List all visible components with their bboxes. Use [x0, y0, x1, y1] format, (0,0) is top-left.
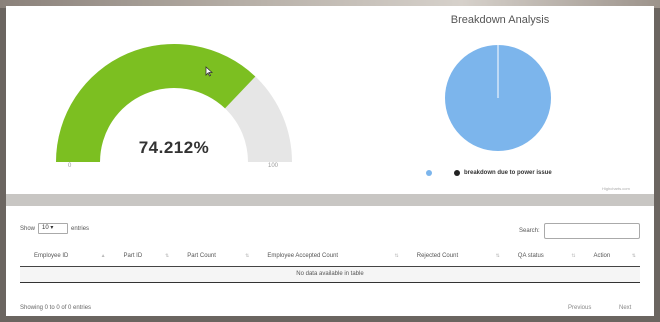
empty-table-message: No data available in table [20, 266, 640, 283]
column-header-action[interactable]: Action ⇅ [579, 248, 640, 267]
table-search: Search: [519, 223, 640, 239]
table-row-empty: No data available in table [20, 266, 640, 283]
column-header-qa-status[interactable]: QA status ⇅ [503, 248, 580, 267]
legend-marker-icon [426, 170, 432, 176]
legend-item-label[interactable]: breakdown due to power issue [464, 170, 552, 176]
mouse-pointer-icon [205, 66, 213, 77]
pie-chart [445, 45, 551, 151]
next-page-button[interactable]: Next [619, 305, 631, 311]
panel-divider [6, 194, 654, 206]
chart-credits[interactable]: Highcharts.com [602, 186, 630, 191]
column-header-part-count[interactable]: Part Count ⇅ [173, 248, 254, 267]
sort-icon: ⇅ [394, 253, 399, 259]
length-suffix-label: entries [71, 225, 90, 232]
search-label: Search: [519, 228, 540, 234]
pie-chart-title: Breakdown Analysis [450, 14, 550, 26]
page-length-value: 10 [42, 225, 49, 231]
search-input[interactable] [543, 223, 640, 239]
table-info: Showing 0 to 0 of 0 entries [20, 305, 92, 311]
sort-icon: ⇅ [164, 253, 170, 259]
pie-legend[interactable]: breakdown due to power issue [426, 170, 552, 176]
column-header-part-id[interactable]: Part ID ⇅ [109, 248, 174, 267]
sort-icon: ⇅ [631, 253, 636, 259]
sort-icon: ⇅ [571, 253, 576, 259]
previous-page-button[interactable]: Previous [568, 305, 591, 311]
legend-bullet-icon [454, 170, 460, 176]
table-panel: Show 10 ▾ entries Search: Employee ID ▲ P… [6, 206, 654, 316]
length-prefix-label: Show [20, 225, 36, 232]
page-length-control: Show 10 ▾ entries [20, 223, 89, 234]
gauge-min-label: 0 [68, 163, 72, 169]
data-table: Employee ID ▲ Part ID ⇅ Part Count ⇅ Employ… [20, 248, 640, 283]
column-header-employee-accepted-count[interactable]: Employee Accepted Count ⇅ [253, 248, 403, 267]
charts-panel: 74.212% 0 100 Breakdown Analysis breakdo… [6, 6, 654, 194]
column-header-rejected-count[interactable]: Rejected Count ⇅ [402, 248, 504, 267]
sort-icon: ⇅ [245, 253, 250, 259]
table-header-row: Employee ID ▲ Part ID ⇅ Part Count ⇅ Employ… [20, 248, 640, 267]
column-header-employee-id[interactable]: Employee ID ▲ [20, 248, 110, 267]
gauge-max-label: 100 [268, 163, 279, 169]
sort-asc-icon: ▲ [100, 253, 106, 259]
sort-icon: ⇅ [495, 253, 500, 259]
page-length-select[interactable]: 10 ▾ [38, 223, 69, 234]
gauge-value-label: 74.212% [138, 138, 210, 157]
